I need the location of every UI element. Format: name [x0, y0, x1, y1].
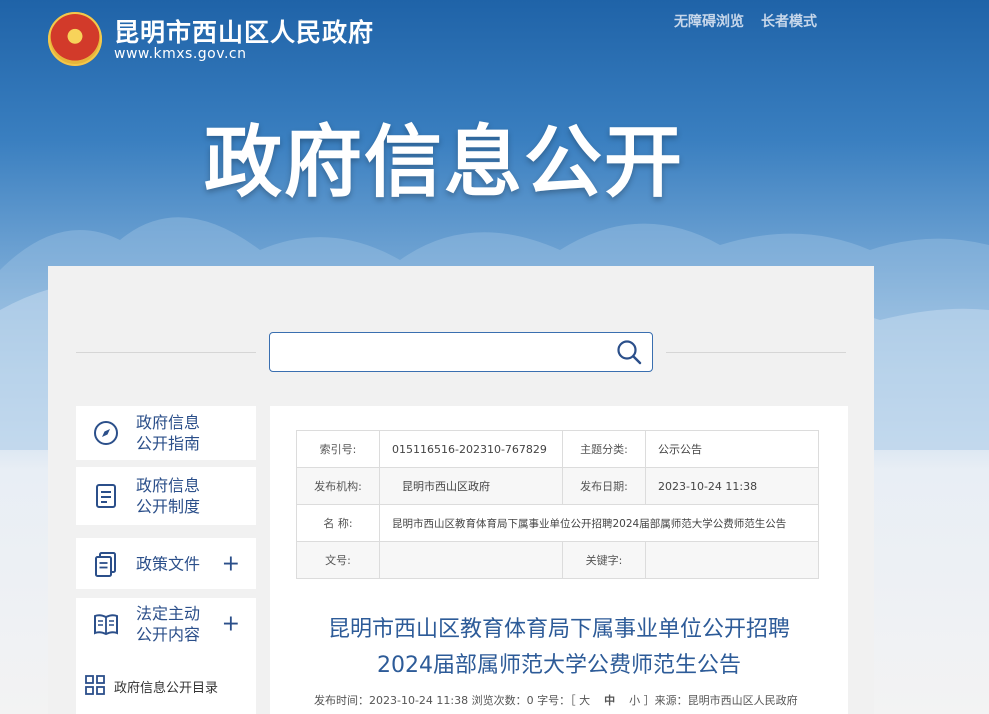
- expand-plus-icon[interactable]: +: [222, 612, 240, 637]
- sidebar-item-catalog[interactable]: 政府信息公开目录: [76, 650, 256, 714]
- compass-icon: [94, 421, 118, 445]
- divider-right: [666, 352, 846, 353]
- book-icon: [94, 614, 118, 636]
- sidebar-item-label: 政策文件: [136, 554, 201, 573]
- elder-mode-link[interactable]: 长者模式: [761, 11, 817, 31]
- font-size-small[interactable]: 小: [629, 694, 640, 707]
- table-row: 发布机构: 昆明市西山区政府 发布日期: 2023-10-24 11:38: [296, 467, 819, 505]
- article-title: 昆明市西山区教育体育局下属事业单位公开招聘 2024届部属师范大学公费师范生公告: [327, 617, 790, 678]
- search-box: [269, 332, 653, 372]
- article-card: 索引号: 015116516-202310-767829 主题分类: 公示公告 …: [270, 406, 848, 714]
- font-size-medium[interactable]: 中: [604, 694, 615, 707]
- accessibility-link[interactable]: 无障碍浏览: [674, 11, 744, 31]
- table-row: 文号: 关键字:: [296, 541, 819, 579]
- banner-title: 政府信息公开: [204, 118, 685, 208]
- files-icon: [95, 551, 116, 577]
- search-input[interactable]: [280, 333, 614, 369]
- sidebar-item-label: 政府信息 公开制度: [136, 476, 201, 516]
- sidebar-item-system[interactable]: 政府信息 公开制度: [76, 467, 256, 525]
- divider-left: [76, 352, 256, 353]
- catalog-label: 政府信息公开目录: [114, 681, 219, 696]
- national-emblem-logo: [48, 12, 102, 66]
- font-size-large[interactable]: 大: [579, 694, 590, 707]
- article-info: 发布时间：2023-10-24 11:38 浏览次数：0 字号：［ 大 中 小 …: [314, 694, 798, 707]
- main-panel: 政府信息 公开指南 政府信息 公开制度 政策文件 + 法定主动 公开内容 + 政…: [48, 266, 874, 714]
- document-icon: [96, 484, 116, 508]
- grid-icon: [85, 675, 105, 695]
- metadata-table: 索引号: 015116516-202310-767829 主题分类: 公示公告 …: [296, 430, 819, 579]
- sidebar-item-label: 法定主动 公开内容: [136, 604, 201, 644]
- site-name: 昆明市西山区人民政府: [114, 18, 375, 47]
- sidebar-item-statutory[interactable]: 法定主动 公开内容 +: [76, 598, 256, 650]
- sidebar-item-policy[interactable]: 政策文件 +: [76, 538, 256, 589]
- search-icon[interactable]: [616, 339, 642, 365]
- table-row: 索引号: 015116516-202310-767829 主题分类: 公示公告: [296, 430, 819, 468]
- site-url: www.kmxs.gov.cn: [114, 46, 247, 62]
- sidebar-item-guide[interactable]: 政府信息 公开指南: [76, 406, 256, 460]
- expand-plus-icon[interactable]: +: [222, 551, 240, 576]
- table-row: 名 称: 昆明市西山区教育体育局下属事业单位公开招聘2024届部属师范大学公费师…: [296, 504, 819, 542]
- sidebar-item-label: 政府信息 公开指南: [136, 413, 201, 453]
